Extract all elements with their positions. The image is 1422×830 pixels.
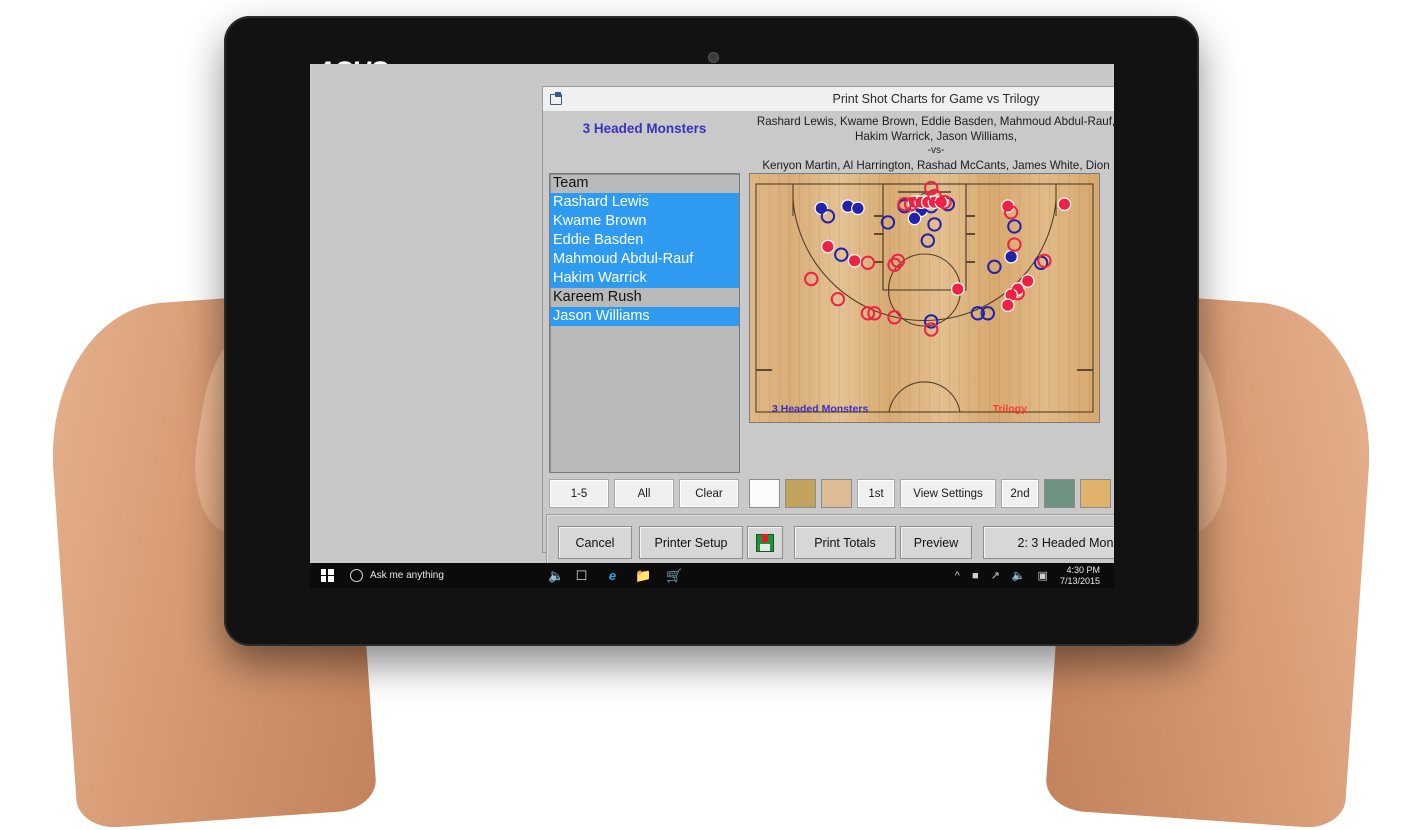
status-label: 2: 3 Headed Monsters [983, 526, 1114, 559]
shot-chart-panel[interactable]: 3 Headed Monsters Trilogy [749, 173, 1100, 423]
list-item[interactable]: Rashard Lewis [550, 193, 739, 212]
list-item[interactable]: Hakim Warrick [550, 269, 739, 288]
view-settings-button[interactable]: View Settings [900, 479, 996, 508]
shot-marker [834, 247, 849, 262]
shot-marker [951, 282, 965, 296]
task-view-icon[interactable]: ☐ [573, 567, 590, 584]
shot-marker [820, 209, 836, 224]
shot-marker [927, 217, 942, 232]
first-half-button[interactable]: 1st [857, 479, 895, 508]
list-item[interactable]: Jason Williams [550, 307, 739, 326]
action-center-icon[interactable]: ▣ [1038, 569, 1048, 582]
court-label-right: Trilogy [992, 403, 1027, 415]
matchup-line-one: Rashard Lewis, Kwame Brown, Eddie Basden… [756, 115, 1114, 143]
file-explorer-icon[interactable]: 📁 [635, 567, 652, 584]
clock[interactable]: 4:30 PM 7/13/2015 [1060, 565, 1106, 587]
shot-marker [920, 233, 936, 248]
cortana-circle-icon [350, 569, 363, 582]
court-lines-and-shots [755, 180, 1094, 413]
list-item[interactable]: Kwame Brown [550, 212, 739, 231]
dialog-action-bar: Cancel Printer Setup Print Totals Previe… [546, 514, 1114, 570]
matchup-vs-label: -vs- [927, 145, 945, 156]
system-tray: ^ ■ ↗ 🔈 ▣ 4:30 PM 7/13/2015 [955, 565, 1114, 587]
microsoft-store-icon[interactable]: 🛒 [666, 567, 683, 584]
list-item[interactable]: Mahmoud Abdul-Rauf [550, 250, 739, 269]
swatch-d[interactable] [1044, 479, 1075, 508]
dialog-body: 3 Headed Monsters Trilogy Rashard Lewis,… [543, 111, 1114, 570]
window-app-icon [549, 92, 563, 106]
taskbar-icons: ☐ e 📁 🛒 [565, 567, 683, 584]
dialog-title-bar[interactable]: Print Shot Charts for Game vs Trilogy × [543, 87, 1114, 112]
shot-marker [830, 292, 846, 307]
second-half-button[interactable]: 2nd [1001, 479, 1039, 508]
shot-marker [987, 259, 1002, 275]
tablet-device: ASUS Print Shot Charts for Game vs Trilo… [224, 16, 1199, 646]
front-camera [707, 52, 719, 63]
clock-date: 7/13/2015 [1059, 575, 1100, 586]
left-selection-buttons: 1-5 All Clear [549, 479, 739, 508]
printer-setup-button[interactable]: Printer Setup [639, 526, 743, 559]
left-select-all-button[interactable]: All [614, 479, 674, 508]
shot-marker [851, 201, 865, 216]
battery-icon[interactable]: ■ [972, 570, 979, 582]
left-team-caption: 3 Headed Monsters [582, 121, 707, 136]
list-item[interactable]: Eddie Basden [550, 231, 739, 250]
print-shot-charts-dialog: Print Shot Charts for Game vs Trilogy × … [542, 86, 1114, 570]
left-select-1-5-button[interactable]: 1-5 [549, 479, 609, 508]
swatch-e[interactable] [1080, 479, 1111, 508]
shot-marker [1007, 237, 1022, 252]
network-icon[interactable]: ↗ [991, 569, 1000, 582]
search-box[interactable]: Ask me anything 🔈 [344, 567, 565, 584]
save-disk-icon [756, 533, 774, 552]
shot-marker [1007, 219, 1022, 234]
court-markings [755, 183, 1094, 413]
windows-taskbar: Ask me anything 🔈 ☐ e 📁 🛒 ^ ■ ↗ 🔈 ▣ 4:30… [310, 563, 1114, 588]
left-team-list[interactable]: Team Rashard Lewis Kwame Brown Eddie Basden… [549, 173, 740, 473]
color-and-view-controls: 1st View Settings 2nd [749, 479, 1114, 508]
court-label-left: 3 Headed Monsters [772, 403, 869, 415]
windows-start-icon [320, 569, 334, 582]
shot-markers [804, 180, 1072, 337]
shot-marker [860, 255, 876, 271]
swatch-b[interactable] [785, 479, 816, 508]
shot-marker [821, 239, 835, 254]
scene: ASUS Print Shot Charts for Game vs Trilo… [0, 0, 1422, 830]
shot-marker [880, 215, 896, 230]
volume-icon[interactable]: 🔈 [1012, 569, 1026, 582]
shot-marker [804, 271, 819, 287]
print-totals-button[interactable]: Print Totals [794, 526, 896, 559]
cancel-button-left[interactable]: Cancel [558, 526, 632, 559]
shot-marker [907, 211, 922, 226]
shot-marker [1000, 298, 1015, 312]
edge-browser-icon[interactable]: e [604, 567, 621, 584]
search-placeholder: Ask me anything [370, 570, 444, 581]
basketball-court: 3 Headed Monsters Trilogy [750, 174, 1099, 422]
dialog-title: Print Shot Charts for Game vs Trilogy [832, 92, 1040, 106]
preview-button[interactable]: Preview [900, 526, 972, 559]
shot-marker [1004, 249, 1018, 264]
save-button[interactable] [747, 526, 783, 559]
list-item[interactable]: Kareem Rush [550, 288, 739, 307]
left-clear-button[interactable]: Clear [679, 479, 739, 508]
clock-time: 4:30 PM [1066, 564, 1100, 575]
shot-marker [847, 254, 862, 268]
microphone-icon[interactable]: 🔈 [548, 567, 565, 584]
start-button[interactable] [310, 563, 344, 588]
swatch-a[interactable] [749, 479, 780, 508]
swatch-c[interactable] [821, 479, 852, 508]
shot-marker [814, 201, 829, 216]
chart-controls-row: 1-5 All Clear 1st View Settings 2nd [543, 479, 1114, 508]
shot-marker [1057, 197, 1072, 211]
list-header: Team [553, 175, 589, 191]
show-hidden-icons-icon[interactable]: ^ [955, 570, 960, 582]
tablet-screen: Print Shot Charts for Game vs Trilogy × … [310, 64, 1114, 588]
